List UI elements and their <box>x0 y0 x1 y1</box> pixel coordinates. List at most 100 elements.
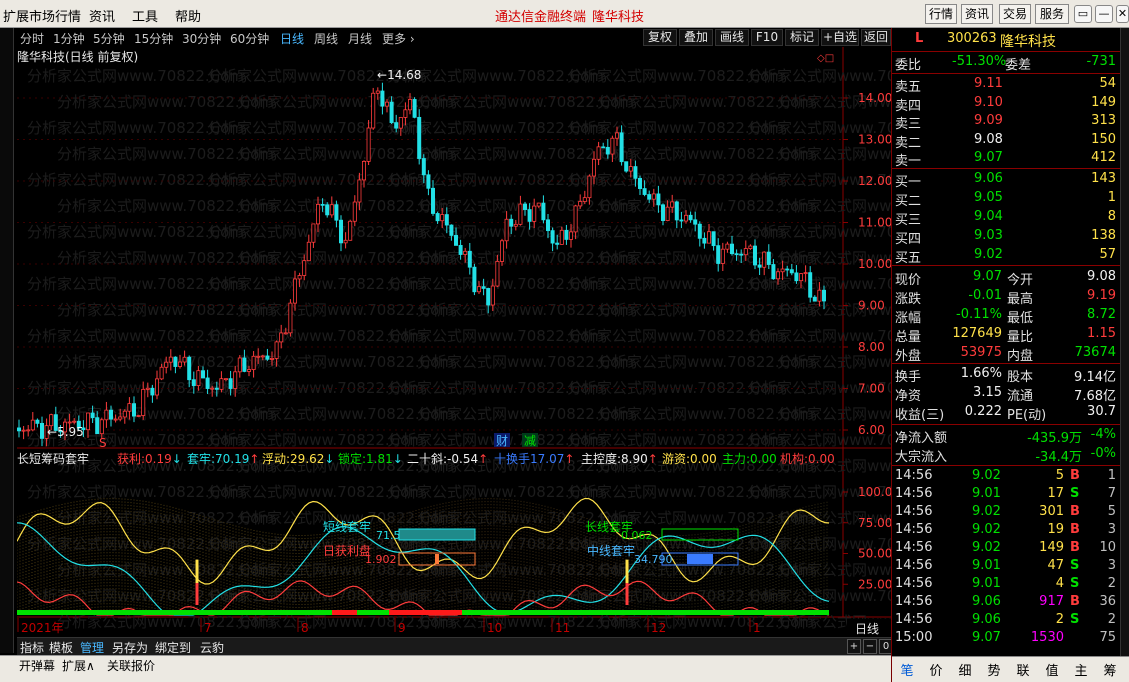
stat-value: 3.15 <box>973 385 1002 400</box>
bid-price: 9.05 <box>974 190 1003 205</box>
period-60min[interactable]: 60分钟 <box>230 30 269 47</box>
restore-window-icon[interactable]: ▭ <box>1074 5 1092 23</box>
tick-count: 75 <box>1099 630 1116 645</box>
menu-tools[interactable]: 工具 <box>132 6 158 25</box>
candle-body <box>559 229 564 245</box>
menu-news[interactable]: 资讯 <box>89 6 115 25</box>
tick-time: 15:00 <box>895 630 933 645</box>
quote-tab[interactable]: 笔 <box>894 660 920 679</box>
expand-button[interactable]: 扩展∧ <box>62 657 95 674</box>
quote-tab[interactable]: 联 <box>1010 660 1036 679</box>
f10-button[interactable]: F10 <box>751 29 783 46</box>
watermark-text: 分析家公式网www.70822.Com <box>777 405 891 423</box>
period-more[interactable]: 更多 › <box>382 30 415 47</box>
reduce-marker[interactable]: 减 <box>524 434 536 448</box>
stat-value: 9.08 <box>1087 269 1116 284</box>
draw-button[interactable]: 画线 <box>715 29 749 46</box>
close-window-icon[interactable]: ✕ <box>1116 5 1129 23</box>
candle-body <box>651 193 656 200</box>
back-button[interactable]: 返回 <box>861 29 891 46</box>
minimize-window-icon[interactable]: — <box>1095 5 1113 23</box>
ask-row: 卖一 9.07 412 <box>892 150 1120 169</box>
period-15min[interactable]: 15分钟 <box>134 30 173 47</box>
tab-manage[interactable]: 管理 <box>80 639 104 656</box>
quote-tab[interactable]: 细 <box>952 660 978 679</box>
period-daily[interactable]: 日线 <box>280 30 304 47</box>
flow-row: 大宗流入 -34.4万 -0% <box>892 446 1120 465</box>
danmaku-button[interactable]: 开弹幕 <box>19 657 55 674</box>
mid-trap-label: 中线套牢 <box>587 543 635 558</box>
candle-body <box>472 266 477 293</box>
candle-body <box>196 370 201 387</box>
tick-volume: 149 <box>1039 540 1064 555</box>
period-1min[interactable]: 1分钟 <box>53 30 85 47</box>
tab-template[interactable]: 模板 <box>49 639 73 656</box>
quote-tab[interactable]: 价 <box>923 660 949 679</box>
add-watchlist-button[interactable]: +自选 <box>821 29 859 46</box>
weibi-label: 委比 <box>895 58 922 73</box>
indicator-name[interactable]: 长短筹码套牢 <box>17 451 89 466</box>
stat-label: 内盘 <box>1007 349 1034 364</box>
candle-body <box>200 370 205 379</box>
stat-label: 总量 <box>895 330 922 345</box>
quote-tab[interactable]: 势 <box>981 660 1007 679</box>
quote-button[interactable]: 行情 <box>925 4 957 24</box>
service-button[interactable]: 服务 <box>1035 4 1069 24</box>
period-5min[interactable]: 5分钟 <box>93 30 125 47</box>
chart-corner-icon[interactable]: ◇□ <box>817 53 834 64</box>
bid-volume: 143 <box>1091 171 1116 186</box>
divider <box>892 73 1120 74</box>
zoom-nav: + −0 <box>845 638 893 654</box>
quote-tab[interactable]: 主 <box>1068 660 1094 679</box>
candle-body <box>504 218 509 242</box>
quote-tab[interactable]: 值 <box>1039 660 1065 679</box>
stat-label: 股本 <box>1007 370 1034 385</box>
related-quote-button[interactable]: 关联报价 <box>107 657 155 674</box>
finance-marker[interactable]: 财 <box>496 434 508 448</box>
adjust-button[interactable]: 复权 <box>643 29 677 46</box>
quote-scrollbar[interactable] <box>1120 28 1129 656</box>
menu-help[interactable]: 帮助 <box>175 6 201 25</box>
tab-indicator[interactable]: 指标 <box>20 639 44 656</box>
candle-body <box>348 220 353 241</box>
tick-price: 9.07 <box>972 630 1001 645</box>
candle-body <box>256 355 261 358</box>
period-monthly[interactable]: 月线 <box>348 30 372 47</box>
stat-value: 127649 <box>952 326 1002 341</box>
left-scroll-strip[interactable] <box>0 28 14 653</box>
candle-body <box>541 202 546 221</box>
signal-bar <box>195 583 199 606</box>
tick-side: B <box>1070 540 1080 555</box>
candle-body <box>35 419 40 424</box>
watermark-text: 分析家公式网www.70822.Com <box>777 145 891 163</box>
bottom-bar: 开弹幕 扩展∧ 关联报价 <box>0 655 891 682</box>
menu-expand-market[interactable]: 扩展市场行情 <box>3 6 81 25</box>
candle-body <box>753 245 758 266</box>
bid-row: 买四 9.03 138 <box>892 228 1120 247</box>
weicha-label: 委差 <box>1005 58 1032 73</box>
tab-bind-to[interactable]: 绑定到 <box>155 639 191 656</box>
period-weekly[interactable]: 周线 <box>314 30 338 47</box>
zoom-out-button[interactable]: − <box>863 639 877 654</box>
candle-body <box>495 261 500 287</box>
candle-body <box>799 273 804 282</box>
quote-tab[interactable]: 筹 <box>1097 660 1123 679</box>
ask-price: 9.07 <box>974 150 1003 165</box>
news-button[interactable]: 资讯 <box>961 4 993 24</box>
kline-chart-area[interactable]: 隆华科技(日线 前复权) ◇□ 分析家公式网www.70822.Com分析家公式… <box>17 47 891 643</box>
tab-yunbao[interactable]: 云豹 <box>200 639 224 656</box>
tick-time: 14:56 <box>895 558 933 573</box>
bid-volume: 8 <box>1107 209 1116 224</box>
period-30min[interactable]: 30分钟 <box>182 30 221 47</box>
candle-body <box>642 188 647 195</box>
tab-save-as[interactable]: 另存为 <box>112 639 148 656</box>
tick-side: B <box>1070 468 1080 483</box>
signal-bar <box>195 559 199 584</box>
period-fenshi[interactable]: 分时 <box>20 30 44 47</box>
ask-label: 卖四 <box>895 98 922 114</box>
trade-button[interactable]: 交易 <box>999 4 1031 24</box>
zoom-in-button[interactable]: + <box>847 639 861 654</box>
date-tick-label: 2021年 <box>21 621 64 635</box>
mark-button[interactable]: 标记 <box>785 29 819 46</box>
overlay-button[interactable]: 叠加 <box>679 29 713 46</box>
